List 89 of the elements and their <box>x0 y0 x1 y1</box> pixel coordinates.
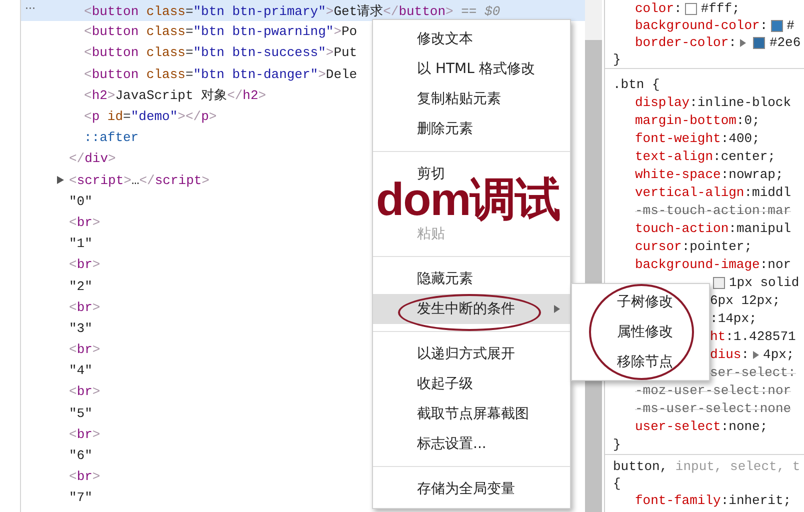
css-value: inline-block <box>697 94 792 112</box>
css-value: # <box>786 17 794 34</box>
css-selector: .btn { <box>613 76 661 94</box>
menu-item[interactable]: 修改文本 <box>373 24 570 54</box>
css-value: middl <box>752 184 792 202</box>
css-declaration[interactable]: background-image: <box>635 256 768 274</box>
menu-item[interactable]: 收起子级 <box>373 369 570 399</box>
code-line: "4" <box>69 363 92 378</box>
css-declaration[interactable]: touch-action: <box>635 220 736 238</box>
color-swatch[interactable] <box>770 20 783 32</box>
tree-row[interactable]: ··· <button class="btn btn-primary">Get请求</button> == $0 <box>21 0 585 22</box>
code-line: </div> <box>69 151 116 166</box>
expand-arrow-icon[interactable] <box>753 351 760 359</box>
css-value: 0; <box>744 112 760 130</box>
code-line: <br> <box>69 214 100 230</box>
menu-item[interactable]: 发生中断的条件 <box>373 294 570 324</box>
menu-item[interactable]: 以 HTML 格式修改 <box>373 54 570 84</box>
submenu-arrow-icon <box>554 305 560 313</box>
more-button[interactable]: ··· <box>25 2 36 15</box>
code-line: <br> <box>69 384 100 400</box>
menu-item[interactable]: 删除元素 <box>373 114 570 144</box>
code-line: <h2>JavaScript 对象</h2> <box>84 87 266 104</box>
code-line: <script>…</script> <box>69 172 210 188</box>
color-swatch[interactable] <box>713 277 725 289</box>
css-declaration[interactable]: : <box>710 310 718 328</box>
css-value: pointer; <box>690 238 752 256</box>
menu-item[interactable]: 属性修改 <box>572 317 709 347</box>
color-swatch[interactable] <box>753 36 766 48</box>
menu-item[interactable]: 子树修改 <box>572 287 709 317</box>
code-line: "2" <box>69 278 92 294</box>
css-value: manipul <box>736 220 792 238</box>
css-declaration[interactable]: vertical-align: <box>635 184 752 202</box>
code-line: ::after <box>84 130 139 146</box>
css-value: none; <box>728 418 768 436</box>
css-brace: } <box>613 436 622 454</box>
css-declaration[interactable]: user-select: <box>635 418 729 436</box>
menu-item[interactable]: 复制粘贴元素 <box>373 84 570 114</box>
css-declaration[interactable]: display: <box>635 94 698 112</box>
css-declaration[interactable]: margin-bottom: <box>635 112 744 130</box>
css-value: nowrap; <box>728 166 784 184</box>
code-line: "0" <box>69 194 92 209</box>
css-declaration[interactable]: white-space: <box>635 166 729 184</box>
menu-item[interactable]: 以递归方式展开 <box>373 339 570 369</box>
css-declaration[interactable]: background-color: <box>635 17 768 34</box>
code-line: <button class="btn btn-danger">Dele <box>84 66 358 82</box>
css-value: 400; <box>728 130 760 148</box>
menu-item[interactable]: 隐藏元素 <box>373 264 570 294</box>
code-line: "1" <box>69 236 92 252</box>
expand-arrow-icon[interactable] <box>57 176 64 184</box>
css-value: #fff; <box>700 0 740 17</box>
code-line: <button class="btn btn-pwarning">Po <box>84 24 358 40</box>
code-line: <br> <box>69 469 100 484</box>
expand-arrow-icon[interactable] <box>740 38 746 46</box>
css-declaration[interactable]: font-weight: <box>635 130 729 148</box>
css-brace: { <box>613 475 622 492</box>
css-value: inherit; <box>728 492 792 509</box>
code-line: <br> <box>69 300 100 315</box>
menu-item[interactable]: 截取节点屏幕截图 <box>373 399 570 429</box>
menu-item[interactable]: 标志设置... <box>373 429 570 459</box>
css-value: 6px 12px; <box>710 292 780 310</box>
css-declaration[interactable]: font-family: <box>635 492 729 509</box>
code-line: <br> <box>69 426 100 442</box>
css-selector: button, input, select, t <box>613 458 802 475</box>
css-declaration[interactable]: cursor: <box>635 238 690 256</box>
css-declaration[interactable]: text-align: <box>635 148 721 166</box>
code-line: <button class="btn btn-success">Put <box>84 45 358 60</box>
color-swatch[interactable] <box>684 2 697 14</box>
css-value: 14px; <box>718 310 757 328</box>
css-value: 1.428571 <box>733 328 796 346</box>
menu-item[interactable]: 存储为全局变量 <box>373 474 570 504</box>
css-value: 4px; <box>763 346 794 364</box>
code-line: <p id="demo"></p> <box>84 109 217 124</box>
css-declaration[interactable]: dius: <box>710 346 750 364</box>
code-line: <button class="btn btn-primary">Get请求</button> == $0 <box>84 2 500 20</box>
code-line: "3" <box>69 320 92 336</box>
css-value: center; <box>720 148 776 166</box>
css-value: 1px solid <box>729 274 800 292</box>
css-value: nor <box>768 256 792 274</box>
code-line: <br> <box>69 342 100 358</box>
css-declaration[interactable]: color: <box>635 0 682 17</box>
code-line: "5" <box>69 406 92 421</box>
css-declaration[interactable]: border-color: <box>635 34 736 51</box>
code-line: "6" <box>69 448 92 464</box>
css-brace: } <box>613 51 622 68</box>
code-line: <br> <box>69 257 100 272</box>
code-line: "7" <box>69 490 92 506</box>
css-value: #2e6 <box>769 34 801 51</box>
css-declaration[interactable]: ht: <box>710 328 734 346</box>
menu-item[interactable]: 移除节点 <box>572 347 709 377</box>
